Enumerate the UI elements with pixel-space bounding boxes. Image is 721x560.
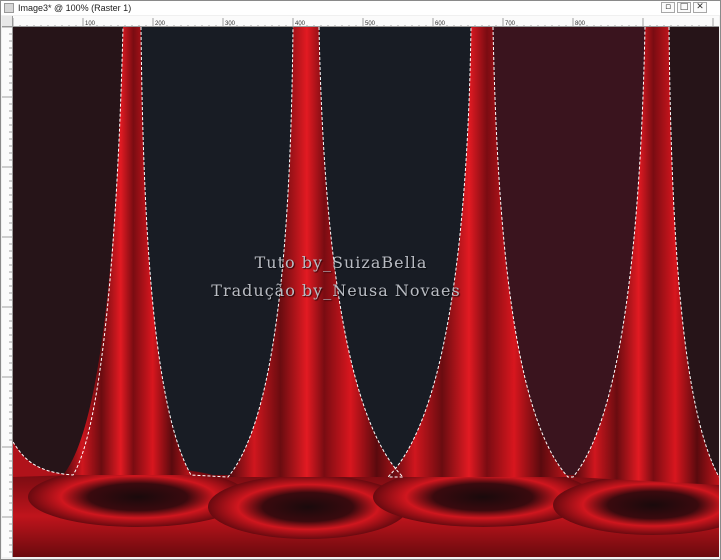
maximize-button[interactable]: □ (677, 2, 691, 13)
vertical-ruler[interactable] (2, 27, 13, 557)
image-window-icon[interactable] (4, 3, 14, 13)
vertical-ruler-ticks (2, 27, 12, 553)
canvas-artwork (13, 27, 719, 557)
close-button[interactable]: ✕ (693, 2, 707, 13)
floor-pool-2 (208, 475, 408, 539)
ruler-corner (2, 16, 13, 27)
window-title: Image3* @ 100% (Raster 1) (18, 3, 132, 13)
horizontal-ruler-ticks: 100 200 300 400 500 600 700 800 (13, 18, 714, 26)
title-bar[interactable]: Image3* @ 100% (Raster 1) ▫ □ ✕ (1, 1, 720, 15)
image-canvas[interactable]: Tuto by_SuizaBella Tradução by_Neusa Nov… (13, 27, 719, 557)
image-window: Image3* @ 100% (Raster 1) ▫ □ ✕ 100 200 30… (0, 0, 721, 560)
minimize-button[interactable]: ▫ (661, 2, 675, 13)
horizontal-ruler[interactable]: 100 200 300 400 500 600 700 800 (13, 16, 719, 27)
